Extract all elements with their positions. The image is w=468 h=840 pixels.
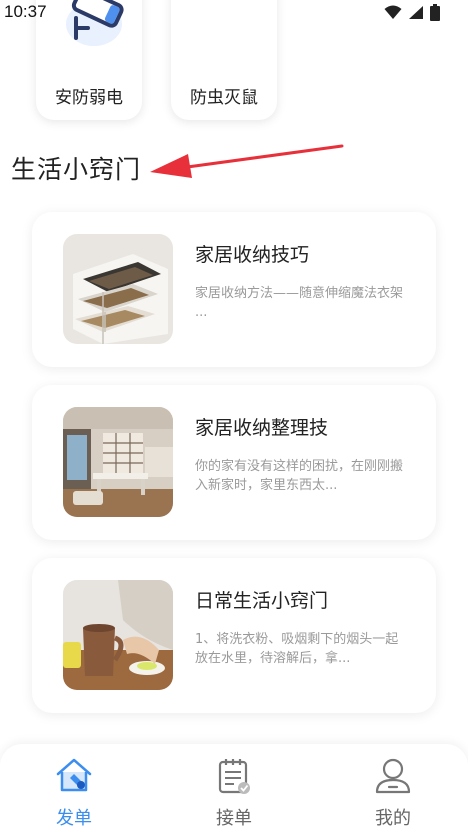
- tip-card[interactable]: 日常生活小窍门 1、将洗衣粉、吸烟剩下的烟头一起放在水里，待溶解后，拿...: [32, 558, 436, 713]
- drawer-photo: [63, 234, 173, 344]
- tip-description: 1、将洗衣粉、吸烟剩下的烟头一起放在水里，待溶解后，拿...: [195, 632, 399, 666]
- category-label: 防虫灭鼠: [190, 88, 258, 108]
- signal-icon: [409, 6, 423, 19]
- nav-label: 我的: [375, 808, 411, 829]
- nav-label: 发单: [56, 808, 92, 829]
- status-icons: [384, 4, 440, 21]
- battery-icon: [430, 4, 440, 21]
- nav-item-accept[interactable]: 接单: [194, 756, 274, 830]
- category-label: 安防弱电: [55, 88, 123, 108]
- wifi-icon: [384, 5, 402, 19]
- red-arrow-annotation: [150, 144, 344, 178]
- tip-title: 家居收纳技巧: [195, 244, 310, 266]
- bottom-nav: 发单 接单 我的: [0, 744, 468, 840]
- tip-card[interactable]: 家居收纳整理技 你的家有没有这样的困扰，在刚刚搬入新家时，家里东西太...: [32, 385, 436, 540]
- nav-label: 接单: [216, 808, 252, 829]
- nav-item-dispatch[interactable]: 发单: [34, 756, 114, 830]
- tip-description: 你的家有没有这样的困扰，在刚刚搬入新家时，家里东西太...: [195, 459, 404, 493]
- tip-description: 家居收纳方法——随意伸缩魔法衣架 ...: [195, 286, 404, 320]
- tip-card[interactable]: 家居收纳技巧 家居收纳方法——随意伸缩魔法衣架 ...: [32, 212, 436, 367]
- tip-title: 家居收纳整理技: [195, 417, 329, 439]
- mug-photo: [63, 580, 173, 690]
- user-profile-icon: [375, 758, 411, 794]
- tip-title: 日常生活小窍门: [195, 590, 329, 612]
- status-time: 10:37: [4, 2, 47, 21]
- status-bar: 10:37: [0, 0, 468, 26]
- nav-item-profile[interactable]: 我的: [353, 756, 433, 830]
- room-photo: [63, 407, 173, 517]
- section-title: 生活小窍门: [11, 155, 142, 184]
- home-order-icon: [56, 758, 92, 792]
- clipboard-check-icon: [218, 759, 250, 794]
